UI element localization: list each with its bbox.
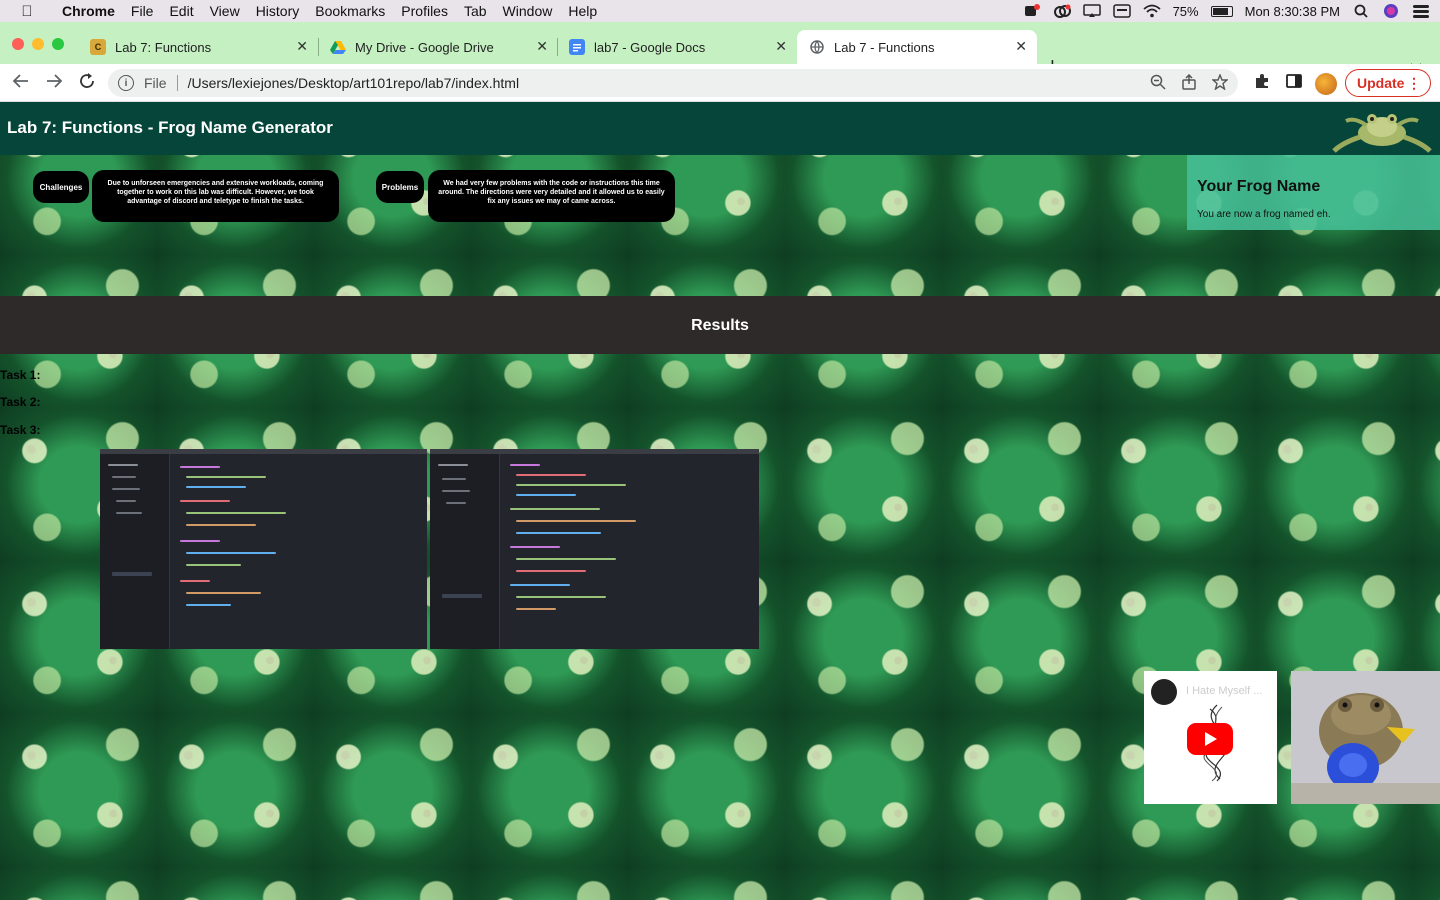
keyboard-input-icon[interactable] xyxy=(1112,4,1131,18)
url-divider xyxy=(176,75,178,91)
task-3-label: Task 3: xyxy=(0,423,41,437)
page-viewport: Lab 7: Functions - Frog Name Generator C… xyxy=(0,102,1440,900)
url-scheme-label: File xyxy=(144,75,167,91)
menu-tab[interactable]: Tab xyxy=(456,3,495,19)
youtube-embed[interactable]: I Hate Myself ... xyxy=(1144,671,1277,804)
tab-title: Lab 7: Functions xyxy=(115,39,212,55)
kebab-menu-icon[interactable]: ⋮ xyxy=(1407,75,1421,92)
page-title: Lab 7: Functions - Frog Name Generator xyxy=(7,118,333,137)
results-section-header: Results xyxy=(0,296,1440,354)
problems-label: Problems xyxy=(376,171,424,203)
close-icon[interactable]: ✕ xyxy=(296,38,308,55)
menu-view[interactable]: View xyxy=(202,3,248,19)
spotlight-search-icon[interactable] xyxy=(1352,4,1370,18)
forward-arrow-icon[interactable] xyxy=(45,72,63,95)
bookmark-star-icon[interactable] xyxy=(1211,73,1229,93)
notification-app-icon[interactable] xyxy=(1023,4,1041,18)
challenges-text: Due to unforseen emergencies and extensi… xyxy=(92,170,339,222)
side-panel-icon[interactable] xyxy=(1286,73,1302,93)
window-zoom-button[interactable] xyxy=(52,38,64,50)
apple-logo-icon[interactable]:  xyxy=(0,3,54,20)
browser-tab-strip: C Lab 7: Functions ✕ My Drive - Google D… xyxy=(0,22,1440,77)
menu-window[interactable]: Window xyxy=(495,3,561,19)
update-button[interactable]: Update ⋮ xyxy=(1345,69,1431,97)
challenges-label: Challenges xyxy=(33,171,89,203)
creative-cloud-icon[interactable] xyxy=(1053,4,1071,18)
browser-toolbar: i File /Users/lexiejones/Desktop/art101r… xyxy=(0,64,1440,102)
menu-profiles[interactable]: Profiles xyxy=(393,3,456,19)
close-icon[interactable]: ✕ xyxy=(1015,38,1027,55)
window-minimize-button[interactable] xyxy=(32,38,44,50)
address-bar[interactable]: i File /Users/lexiejones/Desktop/art101r… xyxy=(108,69,1238,97)
tab-google-drive[interactable]: My Drive - Google Drive ✕ xyxy=(318,30,558,64)
url-text[interactable]: /Users/lexiejones/Desktop/art101repo/lab… xyxy=(188,75,520,91)
share-icon[interactable] xyxy=(1182,73,1196,93)
close-icon[interactable]: ✕ xyxy=(775,38,787,55)
editor-file-tree xyxy=(100,454,170,649)
courseware-icon: C xyxy=(90,39,106,55)
page-header: Lab 7: Functions - Frog Name Generator xyxy=(0,102,1440,155)
address-bar-actions xyxy=(1150,73,1229,93)
channel-avatar[interactable] xyxy=(1151,679,1177,705)
tab-lab7-functions-canvas[interactable]: C Lab 7: Functions ✕ xyxy=(78,30,318,64)
task-2-label: Task 2: xyxy=(0,395,41,409)
wifi-icon[interactable] xyxy=(1142,4,1161,18)
menu-app-chrome[interactable]: Chrome xyxy=(54,3,123,19)
video-title[interactable]: I Hate Myself ... xyxy=(1186,685,1272,697)
code-screenshot-2 xyxy=(430,449,759,649)
site-info-icon[interactable]: i xyxy=(118,75,134,91)
globe-icon xyxy=(809,39,825,55)
window-close-button[interactable] xyxy=(12,38,24,50)
reload-icon[interactable] xyxy=(78,72,96,95)
code-screenshot-1 xyxy=(100,449,427,649)
problems-text: We had very few problems with the code o… xyxy=(428,170,675,222)
menu-history[interactable]: History xyxy=(248,3,308,19)
google-docs-icon xyxy=(569,39,585,55)
tab-title: Lab 7 - Functions xyxy=(834,39,935,55)
siri-icon[interactable] xyxy=(1382,4,1400,18)
menu-file[interactable]: File xyxy=(123,3,162,19)
tab-google-docs[interactable]: lab7 - Google Docs ✕ xyxy=(557,30,797,64)
update-label: Update xyxy=(1357,75,1405,91)
tab-lab7-functions-active[interactable]: Lab 7 - Functions ✕ xyxy=(797,30,1037,64)
frog-name-heading: Your Frog Name xyxy=(1197,178,1321,195)
control-center-icon[interactable] xyxy=(1412,4,1430,18)
google-drive-icon xyxy=(330,39,346,55)
battery-icon[interactable] xyxy=(1210,5,1233,17)
status-tray: 75% Mon 8:30:38 PM xyxy=(1023,0,1430,22)
battery-percent: 75% xyxy=(1172,3,1199,19)
frog-logo-image xyxy=(1332,107,1432,158)
results-heading: Results xyxy=(691,317,749,334)
task-1-label: Task 1: xyxy=(0,368,41,382)
menu-bookmarks[interactable]: Bookmarks xyxy=(307,3,393,19)
youtube-play-icon[interactable] xyxy=(1187,723,1233,755)
close-icon[interactable]: ✕ xyxy=(536,38,548,55)
back-arrow-icon[interactable] xyxy=(12,72,30,95)
toad-gif-image xyxy=(1291,671,1440,804)
extensions-puzzle-icon[interactable] xyxy=(1254,73,1270,93)
airplay-icon[interactable] xyxy=(1082,4,1101,18)
frog-name-result: You are now a frog named eh. xyxy=(1197,209,1331,220)
menubar-clock[interactable]: Mon 8:30:38 PM xyxy=(1245,4,1340,19)
zoom-out-icon[interactable] xyxy=(1150,74,1166,93)
profile-avatar[interactable] xyxy=(1315,73,1337,95)
menu-edit[interactable]: Edit xyxy=(161,3,201,19)
macos-menu-bar:  Chrome File Edit View History Bookmark… xyxy=(0,0,1440,22)
tab-title: lab7 - Google Docs xyxy=(594,39,706,55)
tab-title: My Drive - Google Drive xyxy=(355,39,494,55)
menu-help[interactable]: Help xyxy=(560,3,605,19)
editor-file-tree xyxy=(430,454,500,649)
